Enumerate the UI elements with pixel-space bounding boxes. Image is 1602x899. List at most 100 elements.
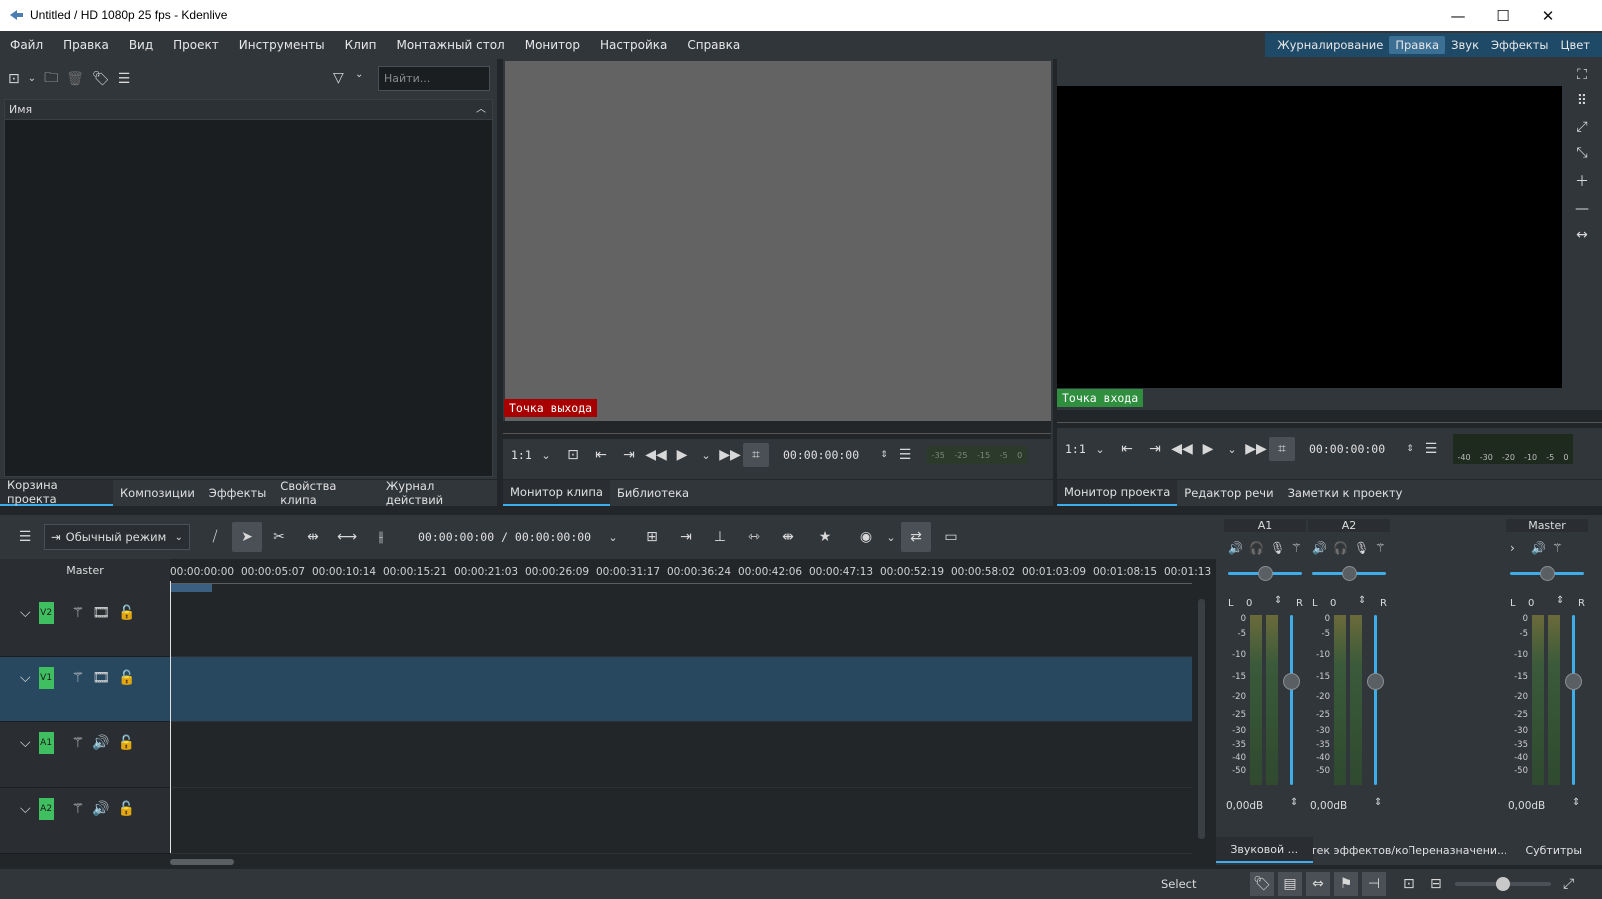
gain-value[interactable]: 0,00dB [1508, 800, 1545, 812]
select-tool-icon[interactable]: ➤ [232, 522, 262, 552]
tab-project-bin[interactable]: Корзина проекта [0, 478, 113, 506]
mixer-tab[interactable]: Стек эффектов/ко... [1313, 837, 1410, 863]
audio-thumb-icon[interactable]: ⇔ [1306, 872, 1330, 896]
effects-wand-icon[interactable]: ⚚ [72, 670, 85, 686]
tab-project-monitor[interactable]: Монитор проекта [1057, 480, 1178, 506]
track-tag[interactable]: V2 [38, 602, 54, 624]
track-header-a2[interactable]: ⌵ A2 ⚚ 🔊 🔓 [0, 788, 170, 854]
balance-handle[interactable] [1342, 566, 1357, 581]
spin-arrows-icon[interactable]: ⇕ [875, 450, 893, 460]
volume-fader-handle[interactable] [1565, 673, 1582, 690]
tab-effects[interactable]: Эффекты [202, 480, 274, 506]
extract-icon[interactable]: ⇿ [737, 529, 771, 545]
chevron-down-icon[interactable]: ⌄ [881, 531, 901, 544]
balance-slider[interactable] [1228, 566, 1302, 581]
zoom-out-icon[interactable]: — [1575, 201, 1589, 217]
timeline-ruler[interactable]: 00:00:00:00 00:00:05:07 00:00:10:14 00:00:1… [170, 559, 1211, 592]
chevron-down-icon[interactable]: ⌄ [1221, 443, 1243, 456]
tab-undo-history[interactable]: Журнал действий [379, 479, 497, 507]
horizontal-scrollbar[interactable] [170, 859, 234, 865]
playhead[interactable] [170, 581, 171, 853]
microphone-icon[interactable]: 🎙 [1354, 541, 1369, 555]
speaker-icon[interactable]: 🔊 [92, 801, 109, 817]
track-tag[interactable]: A2 [38, 798, 54, 820]
track-v2[interactable] [170, 592, 1192, 657]
rewind-icon[interactable]: ◀◀ [1169, 441, 1195, 457]
zoom-slider-handle[interactable] [1496, 877, 1510, 891]
zoom-out-icon[interactable]: ⊟ [1430, 876, 1442, 892]
mixer-tab[interactable]: Звуковой ... [1216, 837, 1313, 863]
fullscreen-icon[interactable]: ⛶ [1577, 67, 1587, 83]
zoom-in-icon[interactable]: ＋ [1575, 171, 1589, 191]
chevron-down-icon[interactable]: ⌄ [533, 449, 559, 462]
bin-list[interactable]: Имя ︿ [4, 99, 493, 477]
effects-wand-icon[interactable]: ⚚ [72, 801, 85, 817]
hamburger-menu-icon[interactable]: ☰ [118, 71, 131, 87]
lock-icon[interactable]: 🔓 [118, 801, 135, 817]
project-timecode[interactable]: 00:00:00:00 [1309, 442, 1401, 456]
menu-monitor[interactable]: Монитор [515, 31, 590, 59]
spin-arrows-icon[interactable]: ⇕ [1572, 797, 1580, 808]
headphones-icon[interactable]: 🎧 [1333, 541, 1348, 555]
ripple-tool-icon[interactable]: ⟷ [330, 529, 364, 545]
forward-icon[interactable]: ▶▶ [1243, 441, 1269, 457]
hamburger-menu-icon[interactable]: ☰ [893, 447, 917, 463]
zone-marker[interactable] [170, 584, 212, 592]
record-icon[interactable]: ◉ [851, 529, 881, 545]
track-header-v1[interactable]: ⌵ V1 ⚚ 🎞 🔓 [0, 657, 170, 722]
play-icon[interactable]: ▶ [1195, 441, 1221, 457]
menu-clip[interactable]: Клип [335, 31, 387, 59]
effects-wand-icon[interactable]: ⚚ [72, 605, 85, 621]
marker-flag-icon[interactable]: ⚑ [1334, 872, 1358, 896]
zoom-slider[interactable] [1455, 877, 1551, 891]
menu-project[interactable]: Проект [163, 31, 229, 59]
forward-icon[interactable]: ▶▶ [717, 447, 743, 463]
volume-fader[interactable] [1283, 615, 1300, 785]
tab-speech-editor[interactable]: Редактор речи [1177, 480, 1280, 506]
delete-icon[interactable]: 🗑 [66, 71, 84, 87]
menu-view[interactable]: Вид [119, 31, 163, 59]
menu-timeline[interactable]: Монтажный стол [386, 31, 514, 59]
layout-editing[interactable]: Правка [1389, 36, 1446, 54]
set-out-point-icon[interactable]: ⇥ [615, 447, 643, 463]
speaker-icon[interactable]: 🔊 [1228, 541, 1243, 555]
add-folder-icon[interactable]: 🗀 [44, 67, 58, 91]
track-header-a1[interactable]: ⌵ A1 ⚚ 🔊 🔓 [0, 722, 170, 788]
effects-wand-icon[interactable]: ⚚ [72, 735, 85, 751]
balance-value[interactable]: 0 [1246, 598, 1252, 609]
track-header-v2[interactable]: ⌵ V2 ⚚ 🎞 🔓 [0, 592, 170, 657]
project-monitor-screen[interactable] [1057, 86, 1562, 388]
track-tag[interactable]: A1 [38, 732, 54, 754]
fit-screen-icon[interactable]: ⊡ [559, 447, 587, 463]
speaker-icon[interactable]: 🔊 [1312, 541, 1327, 555]
tab-clip-monitor[interactable]: Монитор клипа [503, 480, 610, 506]
microphone-icon[interactable]: 🎙 [1270, 541, 1285, 555]
more-options-icon[interactable]: ↔ [1576, 227, 1588, 243]
mixer-tab[interactable]: Субтитры [1506, 837, 1602, 863]
lock-icon[interactable]: 🔓 [118, 670, 135, 686]
chevron-down-icon[interactable]: ⌄ [695, 449, 717, 462]
balance-value[interactable]: 0 [1528, 598, 1534, 609]
add-clip-icon[interactable]: ⊡ [8, 71, 20, 87]
collapse-chevron-icon[interactable]: ⌵ [20, 605, 31, 621]
volume-fader[interactable] [1565, 615, 1582, 785]
balance-slider[interactable] [1510, 566, 1584, 581]
maximize-button[interactable]: ☐ [1480, 0, 1526, 31]
speaker-icon[interactable]: 🔊 [1531, 541, 1546, 555]
timeline-settings-icon[interactable]: ☰ [12, 529, 38, 545]
project-zoom-value[interactable]: 1:1 [1065, 442, 1087, 456]
timeline-position[interactable]: 00:00:00:00 / 00:00:00:00 [418, 530, 603, 544]
zoom-shrink-icon[interactable]: ⤡ [1576, 145, 1587, 161]
tag-icon[interactable]: 🏷 [1250, 872, 1274, 896]
minimize-button[interactable]: — [1435, 0, 1481, 31]
razor-multi-icon[interactable]: ⧸ [198, 529, 232, 545]
spin-arrows-icon[interactable]: ⇕ [1374, 797, 1382, 808]
project-monitor-ruler[interactable] [1057, 410, 1602, 428]
effects-wand-icon[interactable]: ⚚ [1291, 541, 1302, 555]
rewind-icon[interactable]: ◀◀ [643, 447, 669, 463]
subtitle-icon[interactable]: ▭ [931, 529, 971, 545]
chevron-right-icon[interactable]: › [1510, 541, 1515, 555]
tab-clip-properties[interactable]: Свойства клипа [273, 479, 379, 507]
clip-monitor-screen[interactable] [505, 61, 1051, 421]
film-strip-icon[interactable]: 🎞 [92, 605, 110, 621]
